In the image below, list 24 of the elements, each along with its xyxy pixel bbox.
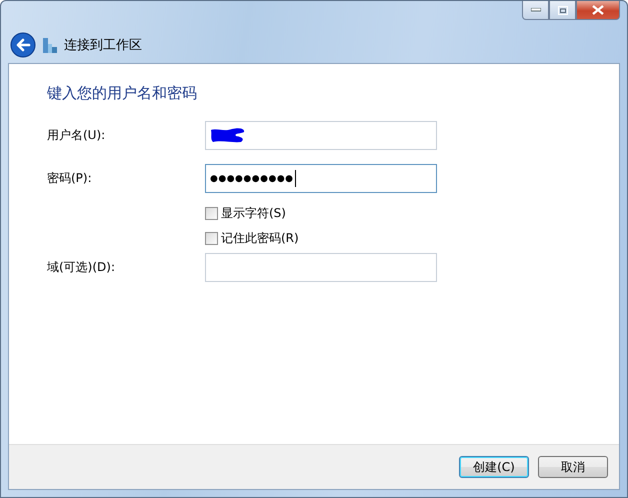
checkbox-label: 显示字符(S) [221,204,286,222]
input-field[interactable]: ●●●●●●●●●● [205,164,437,193]
close-icon [592,5,604,15]
redaction-mark-icon [210,127,246,144]
text-cursor [294,170,296,187]
maximize-button[interactable] [549,1,576,20]
input-field[interactable] [205,121,437,150]
minimize-icon [530,8,540,12]
checkbox[interactable] [205,206,218,220]
create-button[interactable]: 创建(C) [459,456,529,478]
field-label: 用户名(U): [47,127,106,144]
input-field[interactable] [205,253,437,282]
checkbox-label: 记住此密码(R) [221,230,299,246]
field-label: 密码(P): [47,170,93,187]
workplace-icon [42,36,58,54]
checkbox[interactable] [205,232,218,244]
minimize-button[interactable] [522,1,549,20]
window-title: 连接到工作区 [64,37,142,54]
maximize-icon [558,6,568,14]
password-value: ●●●●●●●●●● [210,174,294,184]
field-label: 域(可选)(D): [47,259,116,276]
instruction-heading: 键入您的用户名和密码 [47,84,198,103]
close-button[interactable] [576,1,620,20]
cancel-button[interactable]: 取消 [538,456,608,478]
